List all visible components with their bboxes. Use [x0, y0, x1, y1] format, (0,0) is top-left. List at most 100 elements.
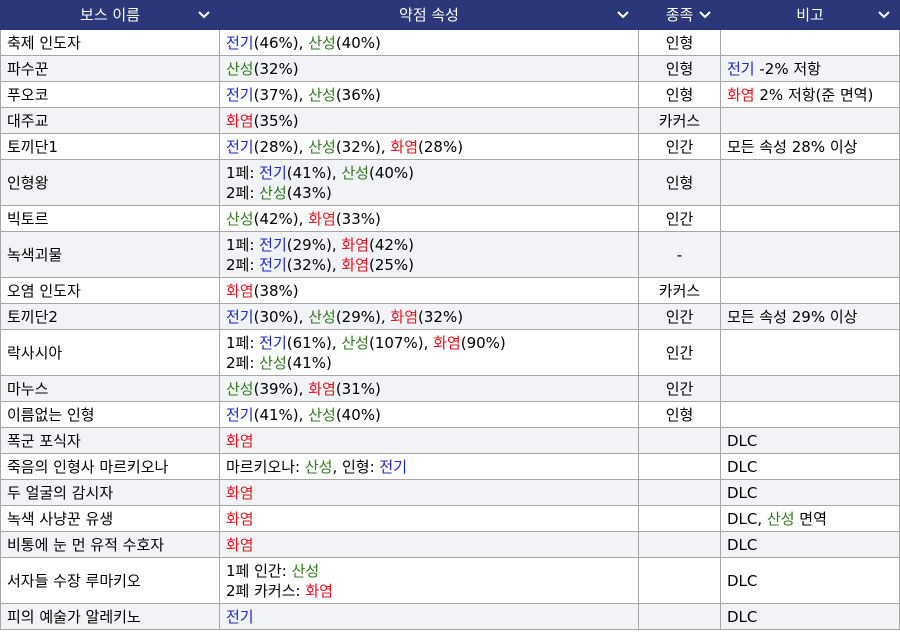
weakness-line: 1페: 전기(61%), 산성(107%), 화염(90%)	[226, 333, 632, 353]
table-row: 두 얼굴의 감시자 화염 DLC	[0, 479, 900, 506]
race-cell: 인간	[638, 133, 721, 160]
element-label: 화염	[308, 209, 336, 228]
weakness-line: 화염	[226, 535, 632, 555]
element-label: 산성	[341, 333, 369, 352]
weakness-cell: 화염	[219, 479, 639, 506]
race-cell	[638, 603, 721, 630]
boss-name-cell: 오염 인도자	[0, 277, 220, 304]
race-cell	[638, 531, 721, 558]
element-label: 산성	[226, 379, 254, 398]
weakness-line: 전기(30%), 산성(29%), 화염(32%)	[226, 307, 632, 327]
element-label: 화염	[226, 483, 254, 502]
weakness-text: (40%)	[368, 163, 415, 182]
weakness-cell: 전기(46%), 산성(40%)	[219, 29, 639, 56]
chevron-down-icon[interactable]	[198, 10, 210, 20]
weakness-text: , 인형:	[332, 457, 380, 476]
note-text: 면역	[794, 509, 827, 528]
header-row: 보스 이름 약점 속성 종족 비고	[0, 0, 900, 30]
note-cell: DLC	[720, 557, 900, 604]
boss-name-cell: 서자들 수장 루마키오	[0, 557, 220, 604]
weakness-text: 2페 카커스:	[226, 581, 306, 600]
note-cell	[720, 277, 900, 304]
weakness-text: (40%)	[335, 405, 381, 424]
element-label: 화염	[308, 379, 336, 398]
weakness-text: (32%),	[286, 255, 342, 274]
race-cell: 인형	[638, 81, 721, 108]
weakness-cell: 마르키오나: 산성, 인형: 전기	[219, 453, 639, 480]
boss-name-cell: 피의 예술가 알레키노	[0, 603, 220, 630]
column-header-boss-name[interactable]: 보스 이름	[0, 0, 220, 30]
note-text: 2% 저항(준 면역)	[754, 85, 874, 104]
weakness-line: 1페 인간: 산성	[226, 561, 632, 581]
weakness-line: 1페: 전기(41%), 산성(40%)	[226, 163, 632, 183]
column-header-weakness[interactable]: 약점 속성	[219, 0, 639, 30]
note-cell	[720, 401, 900, 428]
element-label: 산성	[259, 353, 287, 372]
element-label: 화염	[226, 281, 254, 300]
weakness-text: (40%)	[335, 33, 381, 52]
boss-weakness-table: 보스 이름 약점 속성 종족 비고 축제 인도자 전기(46%), 산성(40%)…	[0, 0, 900, 630]
table-row: 죽음의 인형사 마르키오나 마르키오나: 산성, 인형: 전기 DLC	[0, 453, 900, 480]
note-text: DLC	[727, 483, 758, 502]
race-cell	[638, 505, 721, 532]
column-header-notes[interactable]: 비고	[720, 0, 900, 30]
note-text: DLC	[727, 431, 758, 450]
note-cell	[720, 205, 900, 232]
element-label: 화염	[305, 581, 333, 600]
element-label: 전기	[226, 405, 254, 424]
table-row: 오염 인도자 화염(38%) 카커스	[0, 277, 900, 304]
race-cell: 인간	[638, 205, 721, 232]
chevron-down-icon[interactable]	[699, 10, 711, 20]
note-cell	[720, 29, 900, 56]
weakness-line: 산성(39%), 화염(31%)	[226, 379, 632, 399]
boss-name-cell: 푸오코	[0, 81, 220, 108]
boss-name-cell: 폭군 포식자	[0, 427, 220, 454]
weakness-text: 1페 인간:	[226, 561, 292, 580]
weakness-text: (30%),	[253, 307, 309, 326]
weakness-line: 전기(28%), 산성(32%), 화염(28%)	[226, 137, 632, 157]
weakness-text: (29%),	[335, 307, 391, 326]
boss-name-cell: 축제 인도자	[0, 29, 220, 56]
element-label: 화염	[341, 255, 369, 274]
table-row: 파수꾼 산성(32%) 인형 전기 -2% 저항	[0, 55, 900, 82]
element-label: 전기	[226, 607, 254, 626]
weakness-text: (42%)	[368, 235, 415, 254]
boss-name-cell: 이름없는 인형	[0, 401, 220, 428]
race-cell: 인형	[638, 55, 721, 82]
element-label: 전기	[259, 333, 287, 352]
note-text: DLC	[727, 607, 758, 626]
weakness-cell: 산성(32%)	[219, 55, 639, 82]
race-cell	[638, 427, 721, 454]
weakness-line: 화염	[226, 483, 632, 503]
race-cell: 인간	[638, 375, 721, 402]
element-label: 산성	[226, 59, 254, 78]
weakness-cell: 화염	[219, 427, 639, 454]
element-label: 산성	[291, 561, 320, 580]
weakness-cell: 1페: 전기(41%), 산성(40%) 2페: 산성(43%)	[219, 159, 639, 206]
note-text: DLC	[727, 535, 758, 554]
chevron-down-icon[interactable]	[617, 10, 629, 20]
race-cell: 인형	[638, 29, 721, 56]
weakness-text: (46%),	[253, 33, 309, 52]
race-cell: 카커스	[638, 107, 721, 134]
weakness-text: (36%)	[335, 85, 381, 104]
chevron-down-icon[interactable]	[878, 10, 890, 20]
note-cell	[720, 159, 900, 206]
weakness-text: (25%)	[368, 255, 415, 274]
element-label: 산성	[766, 509, 795, 528]
element-label: 전기	[259, 163, 287, 182]
weakness-cell: 산성(42%), 화염(33%)	[219, 205, 639, 232]
table-row: 녹색 사냥꾼 유생 화염 DLC, 산성 면역	[0, 505, 900, 532]
weakness-line: 2페: 산성(43%)	[226, 183, 632, 203]
weakness-text: 1페:	[226, 163, 260, 182]
weakness-line: 화염	[226, 509, 632, 529]
column-header-race[interactable]: 종족	[638, 0, 721, 30]
weakness-text: (42%),	[253, 209, 309, 228]
note-cell	[720, 329, 900, 376]
element-label: 화염	[390, 137, 419, 156]
boss-name-cell: 토끼단1	[0, 133, 220, 160]
note-text: 모든 속성 29% 이상	[727, 307, 858, 326]
note-cell	[720, 107, 900, 134]
note-cell: DLC	[720, 531, 900, 558]
weakness-line: 2페 카커스: 화염	[226, 581, 632, 601]
